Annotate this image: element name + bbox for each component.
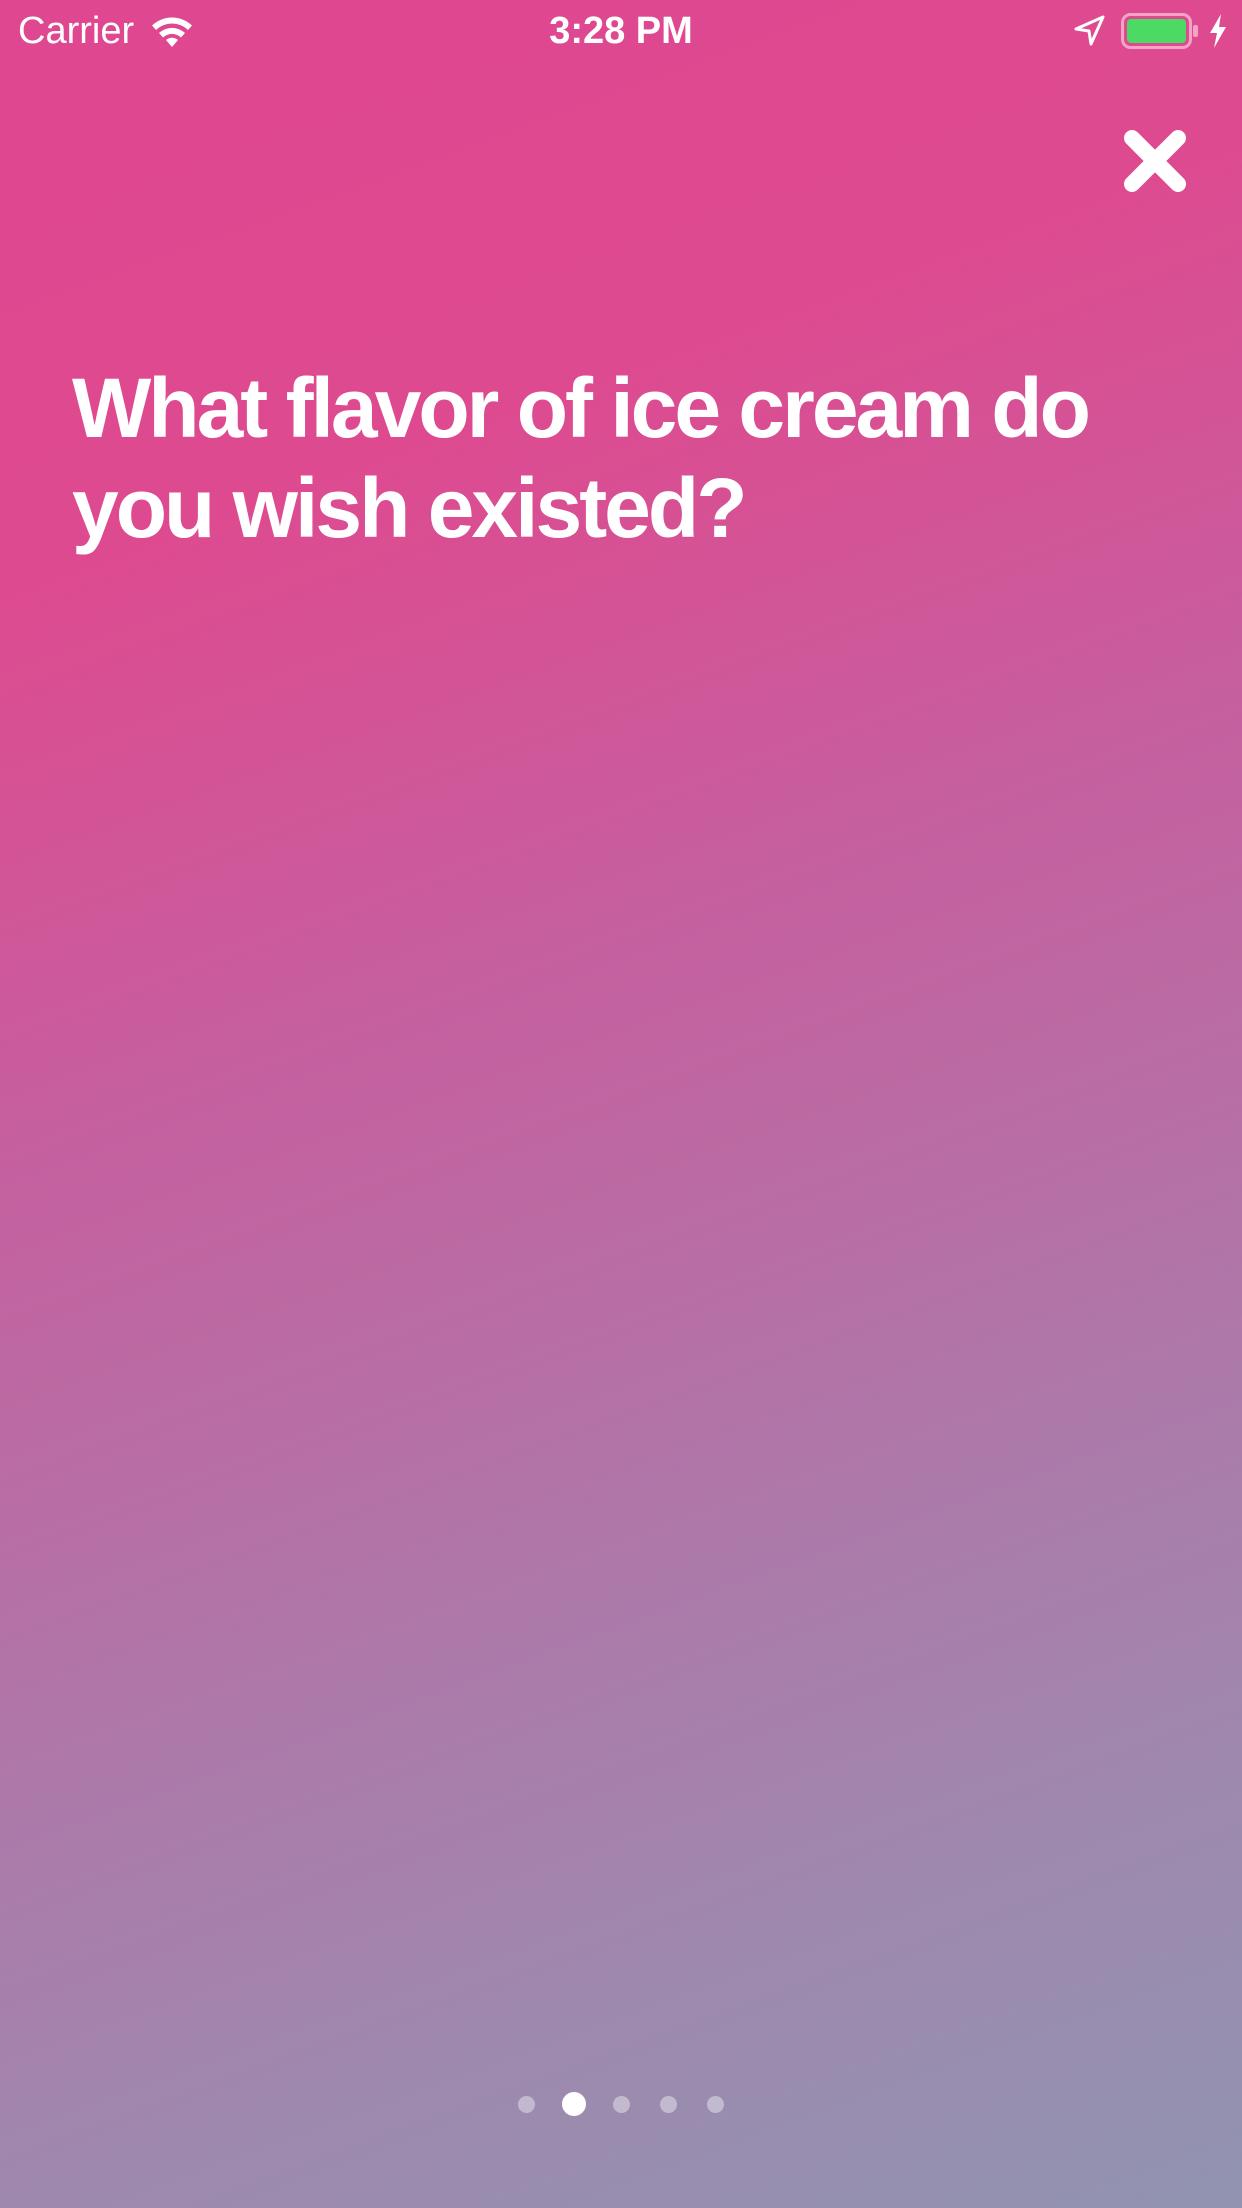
page-dot-1[interactable] xyxy=(518,2095,535,2113)
close-icon xyxy=(1124,130,1186,192)
status-bar: Carrier 3:28 PM xyxy=(0,0,1242,62)
page-dot-2-active[interactable] xyxy=(562,2092,586,2116)
question-text: What flavor of ice cream do you wish exi… xyxy=(72,361,1091,555)
close-button[interactable] xyxy=(1118,124,1192,198)
status-time: 3:28 PM xyxy=(549,10,693,52)
page-indicator[interactable] xyxy=(0,2090,1242,2118)
charging-bolt-icon xyxy=(1207,12,1229,50)
page-dot-5[interactable] xyxy=(707,2095,724,2113)
page-dot-3[interactable] xyxy=(613,2095,630,2113)
prompt-screen: Carrier 3:28 PM What flavor of ice cream… xyxy=(0,0,1242,2208)
location-arrow-icon xyxy=(1072,14,1106,48)
battery-icon xyxy=(1121,12,1199,50)
page-dot-4[interactable] xyxy=(660,2095,677,2113)
